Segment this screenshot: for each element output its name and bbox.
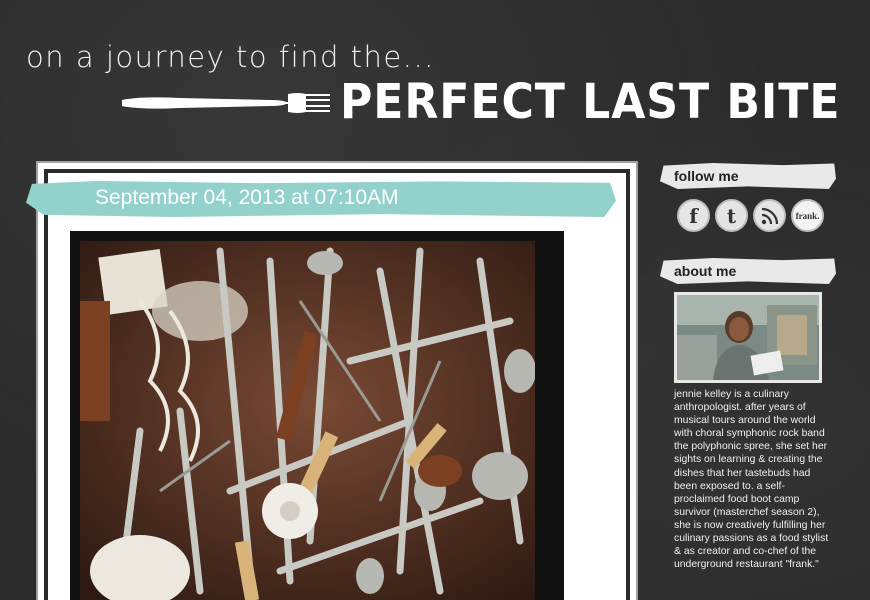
twitter-icon[interactable]: t <box>715 199 748 232</box>
silverware-photo[interactable] <box>80 241 554 600</box>
site-title[interactable]: PERFECT LAST BITE <box>340 74 840 130</box>
twitter-glyph: t <box>726 203 737 228</box>
site-tagline: on a journey to find the... <box>26 40 435 74</box>
site-header: on a journey to find the... PERFECT LAST… <box>0 0 870 150</box>
post-photo-frame <box>70 231 564 600</box>
silverware-illustration <box>80 241 554 600</box>
follow-heading: follow me <box>674 168 739 184</box>
about-heading: about me <box>674 263 737 279</box>
rss-glyph <box>761 207 778 224</box>
author-photo-illustration <box>677 295 819 380</box>
facebook-glyph: f <box>689 203 698 228</box>
author-photo <box>674 292 822 383</box>
post-date[interactable]: September 04, 2013 at 07:10AM <box>95 186 399 210</box>
facebook-icon[interactable]: f <box>677 199 710 232</box>
frank-icon[interactable]: frank. <box>791 199 824 232</box>
fork-icon <box>122 93 330 113</box>
frank-glyph: frank. <box>795 210 820 221</box>
rss-icon[interactable] <box>753 199 786 232</box>
about-text: jennie kelley is a culinary anthropologi… <box>674 389 829 571</box>
